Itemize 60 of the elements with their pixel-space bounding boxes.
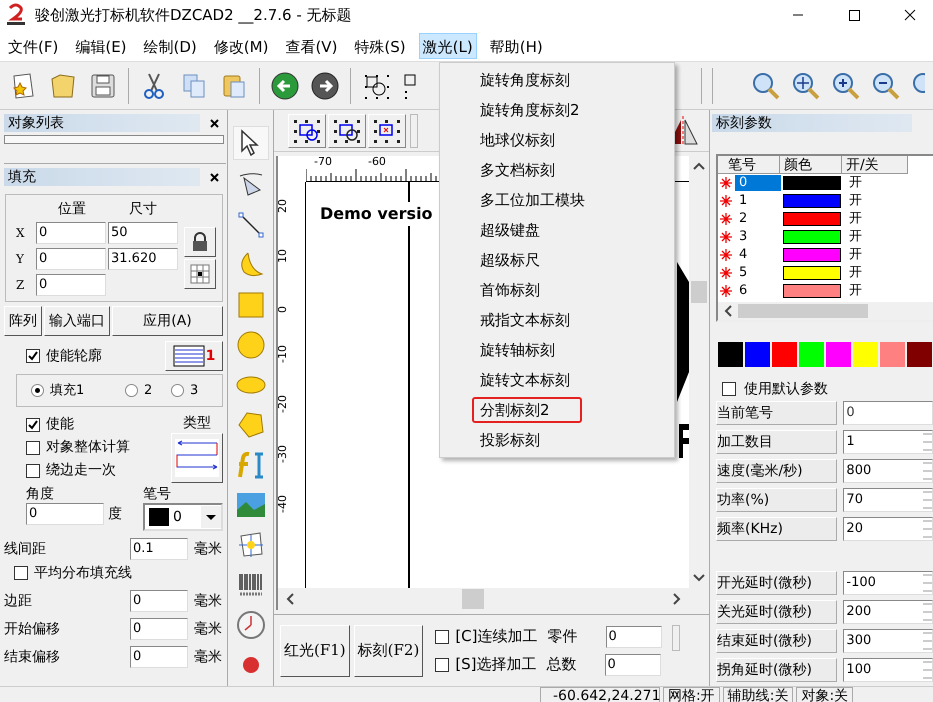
unit-label: 毫米 (194, 540, 222, 558)
radio-label: 2 (144, 382, 152, 400)
ruler-label: -70 (314, 156, 332, 168)
unit-label: 毫米 (194, 620, 222, 638)
pen-state: 开 (849, 229, 862, 245)
radio-label: 填充1 (50, 382, 84, 400)
ruler-label: -60 (368, 156, 386, 168)
ruler-label: 20 (278, 199, 289, 213)
column-label: 尺寸 (128, 200, 158, 219)
axis-label: Z (16, 277, 26, 294)
pen-state: 开 (849, 193, 862, 209)
checkbox-label: 使能 (46, 415, 74, 434)
checkbox-label: 使用默认参数 (744, 380, 828, 398)
counter-label: 总数 (546, 654, 578, 676)
pen-state: 开 (849, 175, 862, 191)
field-label: 边距 (4, 592, 33, 610)
panel-title: 对象列表 (4, 114, 200, 132)
checkbox-label: 绕边走一次 (46, 461, 116, 480)
status-field: -60.642,24.271 (540, 687, 660, 702)
axis-label: Y (16, 251, 25, 268)
checkbox-label: 使能轮廓 (46, 346, 103, 366)
unit-label: 毫米 (194, 592, 222, 610)
panel-title: 填充 (4, 168, 200, 186)
type-label: 类型 (183, 414, 211, 433)
axis-label: X (16, 225, 26, 242)
pen-state: 开 (849, 211, 862, 227)
field-label: 结束偏移 (4, 648, 61, 666)
checkbox-label: [C]连续加工 (455, 626, 538, 648)
pen-state: 开 (849, 283, 862, 299)
ruler-label: 10 (278, 249, 289, 263)
param-label: 拐角延时(微秒) (716, 658, 838, 682)
param-label: 速度(毫米/秒) (716, 459, 838, 483)
field-label: 开始偏移 (4, 620, 61, 638)
unit-label: 度 (108, 504, 122, 524)
param-label: 结束延时(微秒) (716, 629, 838, 653)
panel-title: 标刻参数 (712, 114, 912, 132)
checkbox-label: 平均分布填充线 (34, 564, 132, 582)
param-label: 加工数目 (716, 430, 838, 454)
status-field: 对象:关 (796, 687, 854, 702)
window-title: 骏创激光打标机软件DZCAD2 __2.7.6 - 无标题 (35, 4, 353, 26)
param-label: 开光延时(微秒) (716, 571, 838, 595)
column-label: 位置 (57, 200, 87, 219)
pen-state: 开 (849, 247, 862, 263)
param-label: 功率(%) (716, 488, 838, 512)
param-label: 频率(KHz) (716, 517, 838, 541)
counter-label: 零件 (548, 626, 578, 648)
radio-label: 3 (190, 382, 198, 400)
checkbox-label: [S]选择加工 (455, 654, 537, 676)
param-label: 关光延时(微秒) (716, 600, 838, 624)
field-label: 线间距 (4, 540, 47, 558)
pen-state: 开 (849, 265, 862, 281)
status-field: 网格:开 (663, 687, 720, 702)
ruler-label: 0 (278, 305, 289, 313)
checkbox-label: 对象整体计算 (46, 438, 130, 457)
status-field: 辅助线:关 (722, 687, 794, 702)
field-label: 笔号 (143, 485, 172, 503)
demo-text: Demo versio (320, 202, 433, 226)
unit-label: 毫米 (194, 648, 222, 666)
param-label: 当前笔号 (716, 401, 838, 425)
field-label: 角度 (26, 485, 55, 503)
